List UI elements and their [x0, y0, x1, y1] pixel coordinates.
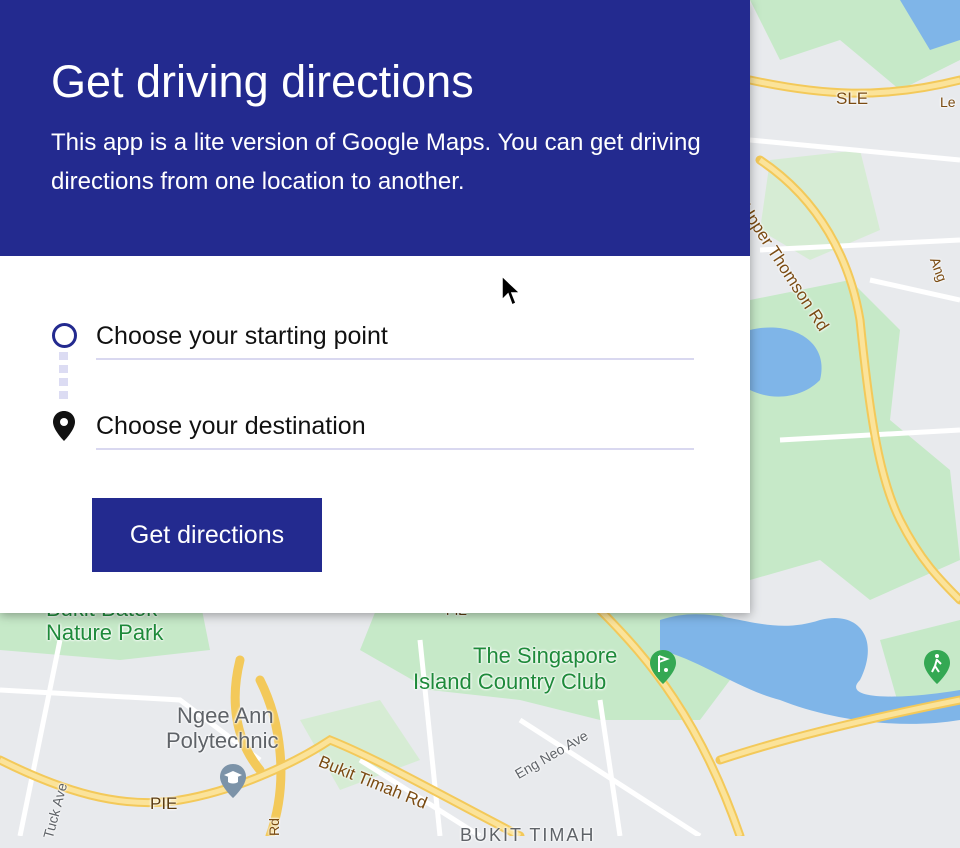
- starting-point-input[interactable]: [96, 314, 694, 360]
- map-label-country-club-line2: Island Country Club: [413, 669, 607, 694]
- hiking-poi-icon[interactable]: [922, 648, 952, 686]
- page-subtitle: This app is a lite version of Google Map…: [51, 129, 701, 195]
- school-poi-icon[interactable]: [218, 762, 248, 800]
- origin-circle-icon: [52, 323, 77, 348]
- page-title: Get driving directions: [51, 56, 474, 107]
- map-label-bukit-timah: BUKIT TIMAH: [460, 825, 596, 845]
- road-label-le-partial: Le: [940, 94, 956, 110]
- map-label-nature-park: Nature Park: [46, 620, 164, 645]
- golf-poi-icon[interactable]: [648, 648, 678, 686]
- mouse-cursor-icon: [501, 274, 522, 307]
- map-label-country-club-line1: The Singapore: [473, 643, 618, 668]
- destination-input[interactable]: [96, 404, 694, 450]
- directions-panel: Get driving directions This app is a lit…: [0, 0, 750, 613]
- road-label-rd-partial: Rd: [266, 818, 282, 836]
- map-label-polytechnic-line1: Ngee Ann: [177, 703, 274, 728]
- map-label-polytechnic-line2: Polytechnic: [166, 728, 279, 753]
- road-label-sle: SLE: [836, 89, 869, 108]
- destination-pin-icon: [53, 411, 75, 441]
- get-directions-button[interactable]: Get directions: [92, 498, 322, 572]
- route-dots-icon: [59, 352, 68, 402]
- road-label-pie-left: PIE: [150, 794, 178, 813]
- panel-header: Get driving directions This app is a lit…: [0, 0, 750, 256]
